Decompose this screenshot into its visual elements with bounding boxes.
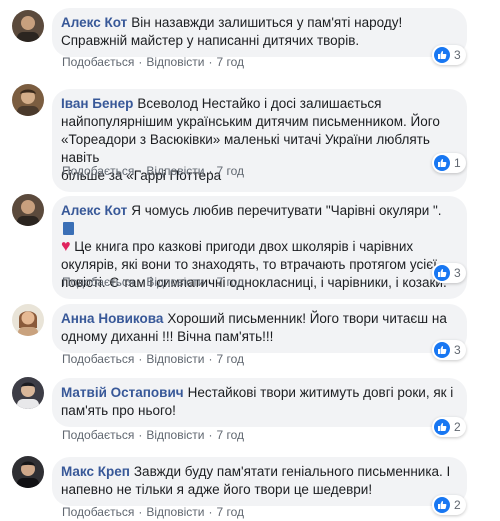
reaction-number: 3 xyxy=(454,343,461,357)
comment-actions: Подобається · Відповісти · 7 год xyxy=(62,505,244,519)
reply-link[interactable]: Відповісти xyxy=(146,428,204,442)
comment-time[interactable]: 7 год xyxy=(216,164,244,178)
reply-link[interactable]: Відповісти xyxy=(146,505,204,519)
comment-text: окулярів, які вони то знаходять, то втра… xyxy=(61,257,437,272)
thumbs-up-icon xyxy=(434,497,450,513)
thumbs-up-icon xyxy=(434,265,450,281)
comment-text: Завжди буду пам'ятати геніального письме… xyxy=(133,464,451,479)
like-link[interactable]: Подобається xyxy=(62,505,134,519)
like-link[interactable]: Подобається xyxy=(62,352,134,366)
comment-time[interactable]: 7 год xyxy=(216,505,244,519)
reply-link[interactable]: Відповісти xyxy=(146,164,204,178)
reaction-count[interactable]: 3 xyxy=(432,45,466,65)
reaction-count[interactable]: 2 xyxy=(432,417,466,437)
comment-author[interactable]: Алекс Кот xyxy=(61,203,127,218)
comment-author[interactable]: Алекс Кот xyxy=(61,15,127,30)
thumbs-up-icon xyxy=(434,342,450,358)
comment-bubble: Анна Новикова Хороший письменник! Його тв… xyxy=(52,304,467,353)
comment-actions: Подобається · Відповісти · 7 год xyxy=(62,55,244,69)
comment-text: Він назавжди залишиться у пам'яті народу… xyxy=(131,15,403,30)
comment-bubble: Матвій Остапович Нестайкові твори житимут… xyxy=(52,378,467,427)
comment-text: одному диханні !!! Вічна пам'ять!!! xyxy=(61,329,274,344)
reaction-number: 3 xyxy=(454,48,461,62)
comment-text: Нестайкові твори житимуть довгі роки, як… xyxy=(187,385,454,400)
reaction-count[interactable]: 3 xyxy=(432,340,466,360)
comment-time[interactable]: 7 год xyxy=(216,352,244,366)
comment-text: Хороший письменник! Його твори читаєш на xyxy=(167,311,447,326)
comment-author[interactable]: Макс Креп xyxy=(61,464,130,479)
reaction-number: 1 xyxy=(454,156,461,170)
reply-link[interactable]: Відповісти xyxy=(146,352,204,366)
comment-actions: Подобається · Відповісти · 7 год xyxy=(62,164,244,178)
reaction-number: 3 xyxy=(454,266,461,280)
red-heart-icon: ♥ xyxy=(61,238,71,255)
avatar[interactable] xyxy=(12,377,44,409)
comment-bubble: Алекс Кот Він назавжди залишиться у пам'я… xyxy=(52,8,467,57)
avatar[interactable] xyxy=(12,456,44,488)
comment-text: «Тореадори з Васюківки» маленькі читачі … xyxy=(61,132,430,165)
comment-bubble: Макс Креп Завжди буду пам'ятати геніально… xyxy=(52,457,467,506)
comment-actions: Подобається · Відповісти · 7 год xyxy=(62,275,244,289)
comment-text: Я чомусь любив перечитувати "Чарівні оку… xyxy=(131,203,442,218)
reaction-count[interactable]: 3 xyxy=(432,263,466,283)
comment-text: Справжній майстер у написанні дитячих тв… xyxy=(61,33,360,48)
comment-time[interactable]: 7 год xyxy=(216,275,244,289)
like-link[interactable]: Подобається xyxy=(62,428,134,442)
like-link[interactable]: Подобається xyxy=(62,275,134,289)
avatar[interactable] xyxy=(12,84,44,116)
comment-text: Це книга про казкові пригоди двох школяр… xyxy=(74,239,414,254)
thumbs-up-icon xyxy=(434,155,450,171)
comment-actions: Подобається · Відповісти · 7 год xyxy=(62,428,244,442)
avatar[interactable] xyxy=(12,194,44,226)
comment-text: напевно не тільки я адже його твори це ш… xyxy=(61,482,373,497)
reaction-number: 2 xyxy=(454,498,461,512)
thumbs-up-icon xyxy=(434,47,450,63)
like-link[interactable]: Подобається xyxy=(62,55,134,69)
reaction-count[interactable]: 1 xyxy=(432,153,466,173)
like-link[interactable]: Подобається xyxy=(62,164,134,178)
reaction-count[interactable]: 2 xyxy=(432,495,466,515)
comment-time[interactable]: 7 год xyxy=(216,428,244,442)
comment-text: пам'ять про нього! xyxy=(61,403,176,418)
comment-text: Всеволод Нестайко і досі залишається xyxy=(137,96,382,111)
comment-actions: Подобається · Відповісти · 7 год xyxy=(62,352,244,366)
comment-author[interactable]: Іван Бенер xyxy=(61,96,133,111)
comment-author[interactable]: Анна Новикова xyxy=(61,311,163,326)
reaction-number: 2 xyxy=(454,420,461,434)
reply-link[interactable]: Відповісти xyxy=(146,55,204,69)
comment-time[interactable]: 7 год xyxy=(216,55,244,69)
reply-link[interactable]: Відповісти xyxy=(146,275,204,289)
comment-author[interactable]: Матвій Остапович xyxy=(61,385,184,400)
avatar[interactable] xyxy=(12,10,44,42)
blue-book-icon xyxy=(63,222,74,235)
comment-text: найпопулярнішим українським дитячим пись… xyxy=(61,114,440,129)
avatar[interactable] xyxy=(12,304,44,336)
thumbs-up-icon xyxy=(434,419,450,435)
